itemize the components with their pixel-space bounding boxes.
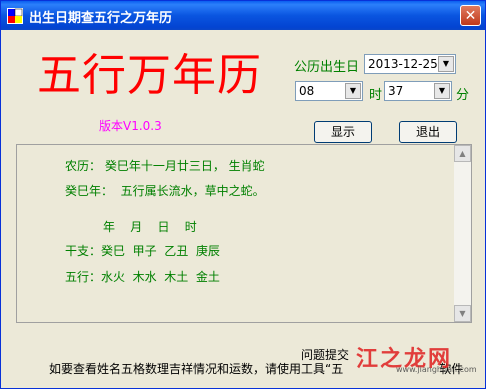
version-label: 版本V1.0.3 [99,119,162,133]
watermark-logo: 江之龙网 www.jianghuan.com [334,341,484,375]
minute-unit-label: 分 [456,88,470,103]
wuxing-line: 五行：水火 木水 木土 金土 [65,270,220,284]
ganzhi-line: 干支：癸巳 甲子 乙丑 庚辰 [65,244,220,258]
exit-button[interactable]: 退出 [399,121,457,143]
result-textarea[interactable]: 农历： 癸巳年十一月廿三日， 生肖蛇 癸巳年： 五行属长流水，草中之蛇。 年 月… [16,144,472,323]
app-window: 出生日期查五行之万年历 ✕ 五行万年历 版本V1.0.3 公历出生日 2013-… [0,0,486,389]
hour-value: 08 [299,84,315,98]
chevron-down-icon[interactable]: ▼ [438,56,454,72]
window-title: 出生日期查五行之万年历 [29,11,173,26]
chevron-down-icon[interactable]: ▼ [434,83,450,99]
close-button[interactable]: ✕ [460,5,481,26]
minute-select[interactable]: 37 ▼ [384,81,452,101]
scroll-down-icon[interactable]: ▼ [454,305,471,322]
footer-hint-text: 如要查看姓名五格数理吉祥情况和运数，请使用工具“五 [49,362,344,376]
app-heading: 五行万年历 [37,50,262,101]
scroll-up-icon[interactable]: ▲ [454,145,471,162]
vertical-scrollbar[interactable]: ▲ ▼ [454,145,471,322]
pillar-headers-line: 年 月 日 时 [103,220,197,234]
date-value: 2013-12-25 [368,57,438,71]
show-button[interactable]: 显示 [314,121,372,143]
lunar-date-line: 农历： 癸巳年十一月廿三日， 生肖蛇 [65,159,265,173]
birth-date-label: 公历出生日 [294,60,360,75]
app-icon [7,8,23,24]
year-description-line: 癸巳年： 五行属长流水，草中之蛇。 [65,184,265,198]
hour-unit-label: 时 [369,88,383,103]
watermark-url: www.jianghuan.com [396,365,477,374]
date-picker[interactable]: 2013-12-25 ▼ [364,54,456,74]
chevron-down-icon[interactable]: ▼ [345,83,361,99]
title-bar[interactable]: 出生日期查五行之万年历 ✕ [1,1,485,30]
hour-select[interactable]: 08 ▼ [295,81,363,101]
minute-value: 37 [388,84,404,98]
